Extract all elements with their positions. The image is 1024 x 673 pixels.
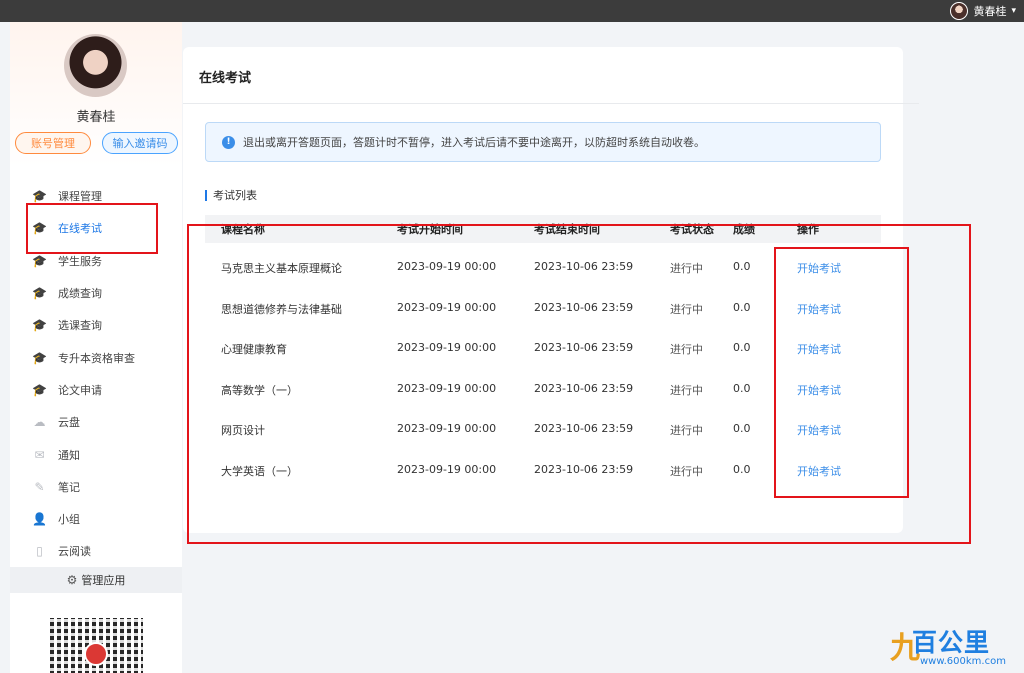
graduation-cap-icon: 🎓 <box>32 318 47 333</box>
sidebar-item-label: 小组 <box>58 513 80 527</box>
top-user-menu[interactable]: 黄春桂 ▾ <box>950 0 1016 22</box>
notice-banner: ! 退出或离开答题页面，答题计时不暂停，进入考试后请不要中途离开，以防超时系统自… <box>205 122 881 162</box>
section-bar <box>205 189 207 201</box>
page-title: 在线考试 <box>199 71 252 86</box>
top-user-name[interactable]: 黄春桂 <box>973 3 1006 19</box>
sidebar-item-label: 云盘 <box>58 416 80 430</box>
graduation-cap-icon: 🎓 <box>32 382 47 397</box>
gear-icon: ⚙ <box>66 573 78 587</box>
notice-text: 退出或离开答题页面，答题计时不暂停，进入考试后请不要中途离开，以防超时系统自动收… <box>243 136 705 149</box>
graduation-cap-icon: 🎓 <box>32 189 47 204</box>
sidebar-item-8[interactable]: ✉ 通知 <box>10 438 182 470</box>
sidebar-item-5[interactable]: 🎓 专升本资格审查 <box>10 341 182 373</box>
qr-code <box>50 618 143 673</box>
graduation-cap-icon: 🎓 <box>32 253 47 268</box>
user-name: 黄春桂 <box>76 110 116 125</box>
watermark-url: www.600km.com <box>920 656 1006 667</box>
watermark-text: 百公里 <box>912 628 991 657</box>
watermark: 九 百公里 www.600km.com <box>890 623 1020 668</box>
note-icon: ✎ <box>34 479 45 494</box>
sidebar-item-9[interactable]: ✎ 笔记 <box>10 471 182 503</box>
sidebar-item-label: 笔记 <box>58 480 80 494</box>
chevron-down-icon[interactable]: ▾ <box>1011 6 1016 16</box>
sidebar-item-label: 云阅读 <box>58 545 91 559</box>
sidebar-item-6[interactable]: 🎓 论文申请 <box>10 374 182 406</box>
sidebar-item-label: 课程管理 <box>58 190 102 204</box>
sidebar-item-label: 选课查询 <box>58 319 102 333</box>
enter-invite-code-button[interactable]: 输入邀请码 <box>102 132 178 154</box>
graduation-cap-icon: 🎓 <box>32 286 47 301</box>
avatar[interactable] <box>64 34 127 97</box>
graduation-cap-icon: 🎓 <box>32 350 47 365</box>
person-icon: 👤 <box>32 512 47 527</box>
sidebar-item-10[interactable]: 👤 小组 <box>10 503 182 535</box>
annotation-box-menu <box>26 203 158 254</box>
sidebar-item-label: 专升本资格审查 <box>58 351 135 365</box>
mail-icon: ✉ <box>34 447 45 462</box>
sidebar-item-11[interactable]: ▯ 云阅读 <box>10 535 182 567</box>
section-title: 考试列表 <box>205 187 257 203</box>
sidebar-item-label: 论文申请 <box>58 383 102 397</box>
annotation-box-actions <box>774 247 909 498</box>
info-icon: ! <box>222 135 235 149</box>
manage-apps-button[interactable]: ⚙ 管理应用 <box>10 567 182 593</box>
sidebar: 黄春桂 账号管理 输入邀请码 🎓 课程管理 🎓 在线考试 🎓 学生服务 🎓 成绩查询 🎓 选课查询… <box>10 22 182 673</box>
sidebar-item-7[interactable]: ☁ 云盘 <box>10 406 182 438</box>
sidebar-item-label: 学生服务 <box>58 254 102 268</box>
section-title-text: 考试列表 <box>213 189 257 202</box>
top-bar: 黄春桂 ▾ <box>0 0 1024 22</box>
cloud-icon: ☁ <box>33 415 46 430</box>
sidebar-item-label: 成绩查询 <box>58 287 102 301</box>
avatar[interactable] <box>950 2 969 20</box>
sidebar-item-4[interactable]: 🎓 选课查询 <box>10 309 182 341</box>
account-management-button[interactable]: 账号管理 <box>15 132 91 154</box>
app-logo-icon <box>84 642 108 666</box>
profile-panel: 黄春桂 账号管理 输入邀请码 <box>10 22 182 167</box>
divider <box>183 103 919 104</box>
book-icon: ▯ <box>36 544 43 559</box>
sidebar-item-3[interactable]: 🎓 成绩查询 <box>10 277 182 309</box>
manage-apps-label: 管理应用 <box>81 574 126 587</box>
sidebar-item-label: 通知 <box>58 448 80 462</box>
